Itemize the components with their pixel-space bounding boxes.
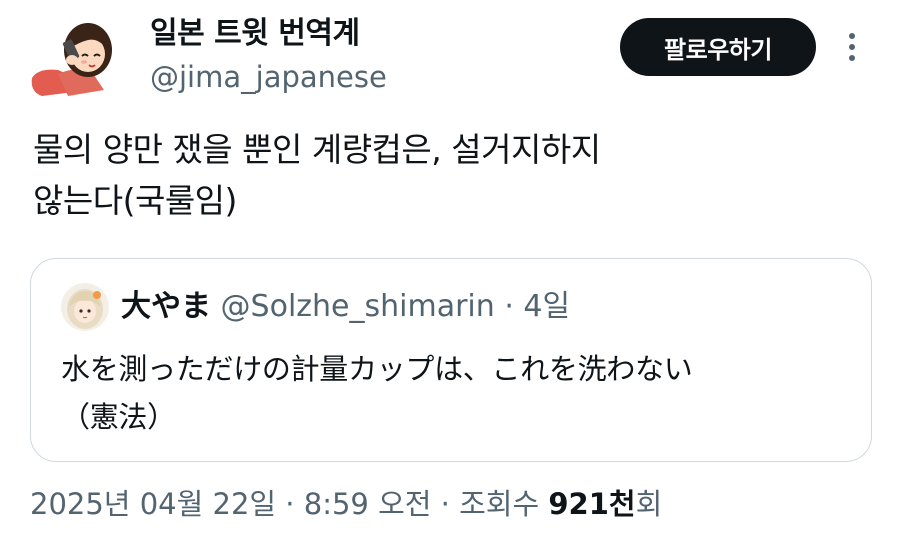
- author-handle[interactable]: @jima_japanese: [150, 58, 387, 96]
- quote-author-name[interactable]: 大やま: [121, 289, 211, 324]
- quote-timestamp[interactable]: 4일: [523, 289, 570, 324]
- phone-girl-avatar-icon: [31, 23, 112, 96]
- view-count: 921천: [548, 487, 636, 521]
- anime-girl-avatar-icon: [61, 283, 109, 331]
- tweet-text-line: 물의 양만 쟀을 뿐인 계량컵은, 설거지하지: [33, 130, 601, 169]
- view-count-suffix: 회: [635, 487, 663, 521]
- quoted-tweet-card[interactable]: 大やま @Solzhe_shimarin · 4일 水を測っただけの計量カップは…: [30, 258, 872, 462]
- tweet-text: 물의 양만 쟀을 뿐인 계량컵은, 설거지하지 않는다(국룰임): [33, 124, 793, 226]
- follow-button[interactable]: 팔로우하기: [620, 18, 816, 76]
- author-block: 일본 트윗 번역계 @jima_japanese: [150, 14, 387, 96]
- quote-header: 大やま @Solzhe_shimarin · 4일: [121, 285, 570, 329]
- quote-text-line: （憲法）: [61, 400, 176, 434]
- more-vertical-icon: [849, 33, 855, 61]
- more-options-button[interactable]: [844, 30, 860, 66]
- tweet-text-line: 않는다(국룰임): [33, 181, 237, 220]
- quote-author-handle[interactable]: @Solzhe_shimarin: [221, 289, 495, 324]
- quote-text-line: 水を測っただけの計量カップは、これを洗わない: [61, 352, 693, 386]
- quote-author-avatar[interactable]: [61, 283, 109, 331]
- quote-text: 水を測っただけの計量カップは、これを洗わない （憲法）: [61, 345, 841, 441]
- tweet-time[interactable]: 8:59 오전: [304, 487, 432, 521]
- tweet-meta: 2025년 04월 22일 · 8:59 오전 · 조회수 921천회: [30, 482, 662, 526]
- author-avatar[interactable]: [28, 18, 112, 98]
- author-display-name[interactable]: 일본 트윗 번역계: [150, 14, 387, 54]
- tweet-date[interactable]: 2025년 04월 22일: [30, 487, 276, 521]
- quote-separator: ·: [504, 289, 514, 324]
- views-label: · 조회수: [431, 487, 549, 521]
- meta-separator: ·: [276, 487, 304, 521]
